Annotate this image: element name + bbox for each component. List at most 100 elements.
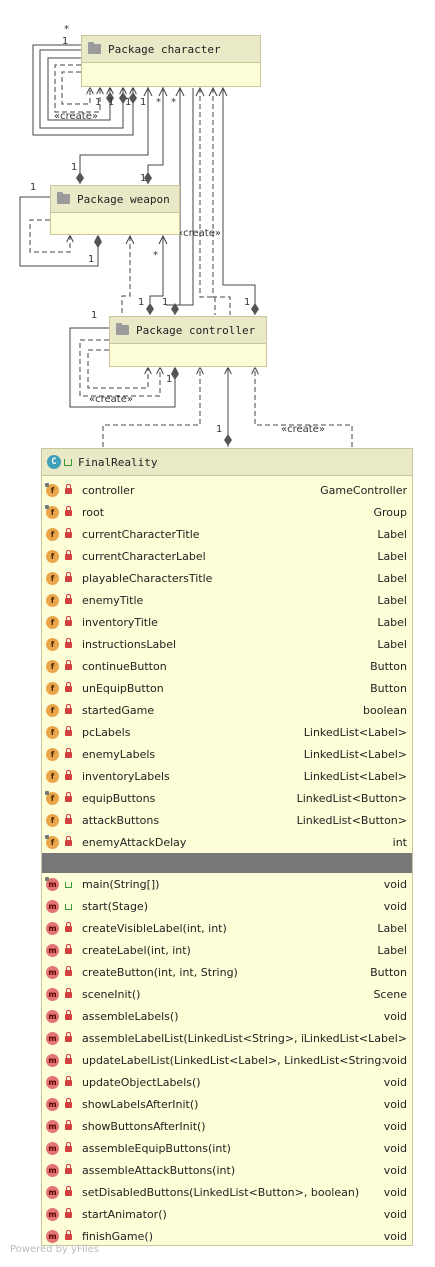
field-row[interactable]: f currentCharacterLabel Label — [42, 545, 412, 567]
method-name: updateObjectLabels() — [82, 1075, 201, 1089]
method-name: finishGame() — [82, 1229, 153, 1243]
field-row[interactable]: f attackButtons LinkedList<Button> — [42, 809, 412, 831]
method-name: setDisabledButtons(LinkedList<Button>, b… — [82, 1185, 360, 1199]
method-row[interactable]: m createLabel(int, int) Label — [42, 939, 412, 961]
field-type: Label — [377, 549, 407, 563]
field-row[interactable]: f playableCharactersTitle Label — [42, 567, 412, 589]
field-type: int — [392, 835, 407, 849]
composition-diamond — [146, 303, 154, 315]
package-character-label: Package character — [108, 42, 221, 56]
method-row[interactable]: m updateObjectLabels() void — [42, 1071, 412, 1093]
field-row[interactable]: f controller GameController — [42, 479, 412, 501]
field-row[interactable]: f enemyLabels LinkedList<Label> — [42, 743, 412, 765]
private-lock-icon — [65, 726, 72, 736]
private-lock-icon — [65, 966, 72, 976]
field-row[interactable]: f enemyTitle Label — [42, 589, 412, 611]
method-type: Scene — [373, 987, 407, 1001]
method-row[interactable]: m sceneInit() Scene — [42, 983, 412, 1005]
field-row[interactable]: f inventoryTitle Label — [42, 611, 412, 633]
multiplicity-label: 1 — [62, 36, 68, 47]
method-icon: m — [46, 899, 59, 913]
field-row[interactable]: f enemyAttackDelay int — [42, 831, 412, 853]
method-type: Button — [370, 965, 407, 979]
multiplicity-label: 1 — [244, 297, 250, 308]
composition-diamond — [224, 434, 232, 446]
method-row[interactable]: m createVisibleLabel(int, int) Label — [42, 917, 412, 939]
field-row[interactable]: f startedGame boolean — [42, 699, 412, 721]
method-icon: m — [46, 1229, 59, 1243]
package-controller[interactable]: Package controller — [109, 316, 267, 367]
multiplicity-label: 1 — [108, 97, 114, 108]
method-type: void — [383, 877, 407, 891]
field-row[interactable]: f instructionsLabel Label — [42, 633, 412, 655]
field-row[interactable]: f pcLabels LinkedList<Label> — [42, 721, 412, 743]
method-icon: m — [46, 1053, 59, 1067]
multiplicity-label: 1 — [125, 97, 131, 108]
field-type: Label — [377, 615, 407, 629]
watermark: Powered by yFiles — [10, 1244, 99, 1255]
field-icon: f — [46, 615, 59, 629]
multiplicity-label: * — [171, 97, 176, 108]
field-row[interactable]: f root Group — [42, 501, 412, 523]
field-name: root — [82, 505, 105, 519]
method-icon: m — [46, 1031, 59, 1045]
field-icon: f — [46, 703, 59, 717]
method-icon: m — [46, 1075, 59, 1089]
field-row[interactable]: f continueButton Button — [42, 655, 412, 677]
method-icon: m — [46, 965, 59, 979]
method-row[interactable]: m assembleAttackButtons(int) void — [42, 1159, 412, 1181]
method-row[interactable]: m showLabelsAfterInit() void — [42, 1093, 412, 1115]
method-name: updateLabelList(LinkedList<Label>, Linke… — [82, 1053, 384, 1067]
method-row[interactable]: m assembleEquipButtons(int) void — [42, 1137, 412, 1159]
method-row[interactable]: m startAnimator() void — [42, 1203, 412, 1225]
method-row[interactable]: m main(String[]) void — [42, 873, 412, 895]
private-lock-icon — [65, 988, 72, 998]
field-type: Label — [377, 637, 407, 651]
field-type: LinkedList<Label> — [303, 725, 407, 739]
private-lock-icon — [65, 1098, 72, 1108]
multiplicity-label: * — [156, 97, 161, 108]
package-weapon-header: Package weapon — [51, 186, 179, 213]
package-weapon-label: Package weapon — [77, 192, 170, 206]
private-lock-icon — [65, 748, 72, 758]
field-type: boolean — [363, 703, 407, 717]
field-type: LinkedList<Button> — [296, 813, 407, 827]
private-lock-icon — [65, 1120, 72, 1130]
field-icon: f — [45, 504, 59, 519]
field-row[interactable]: f equipButtons LinkedList<Button> — [42, 787, 412, 809]
field-icon: f — [46, 769, 59, 783]
field-icon: f — [46, 813, 59, 827]
field-icon: f — [46, 571, 59, 585]
multiplicity-label: 1 — [140, 173, 146, 184]
method-type: void — [383, 1009, 407, 1023]
private-lock-icon — [65, 506, 72, 516]
field-icon: f — [46, 593, 59, 607]
field-icon: f — [46, 659, 59, 673]
class-finalreality[interactable]: C FinalReality f controller GameController… — [41, 448, 413, 1246]
method-type: void — [383, 1097, 407, 1111]
method-row[interactable]: m createButton(int, int, String) Button — [42, 961, 412, 983]
private-lock-icon — [65, 922, 72, 932]
field-name: instructionsLabel — [82, 637, 177, 651]
field-row[interactable]: f currentCharacterTitle Label — [42, 523, 412, 545]
field-row[interactable]: f inventoryLabels LinkedList<Label> — [42, 765, 412, 787]
edge-finalreality-controller-create-2 — [255, 368, 353, 447]
field-type: Label — [377, 571, 407, 585]
method-row[interactable]: m setDisabledButtons(LinkedList<Button>, … — [42, 1181, 412, 1203]
method-row[interactable]: m assembleLabels() void — [42, 1005, 412, 1027]
method-name: main(String[]) — [82, 877, 160, 891]
package-weapon[interactable]: Package weapon — [50, 185, 180, 235]
field-type: Button — [370, 659, 407, 673]
package-character[interactable]: Package character — [81, 35, 261, 87]
method-name: assembleLabelList(LinkedList<String>, in… — [82, 1031, 304, 1045]
stereotype-label: «create» — [89, 394, 133, 405]
method-row[interactable]: m start(Stage) void — [42, 895, 412, 917]
method-row[interactable]: m updateLabelList(LinkedList<Label>, Link… — [42, 1049, 412, 1071]
private-lock-icon — [65, 572, 72, 582]
method-type: LinkedList<Label> — [303, 1031, 407, 1045]
field-name: continueButton — [82, 659, 167, 673]
method-row[interactable]: m showButtonsAfterInit() void — [42, 1115, 412, 1137]
field-row[interactable]: f unEquipButton Button — [42, 677, 412, 699]
private-lock-icon — [65, 484, 72, 494]
method-row[interactable]: m assembleLabelList(LinkedList<String>, i… — [42, 1027, 412, 1049]
